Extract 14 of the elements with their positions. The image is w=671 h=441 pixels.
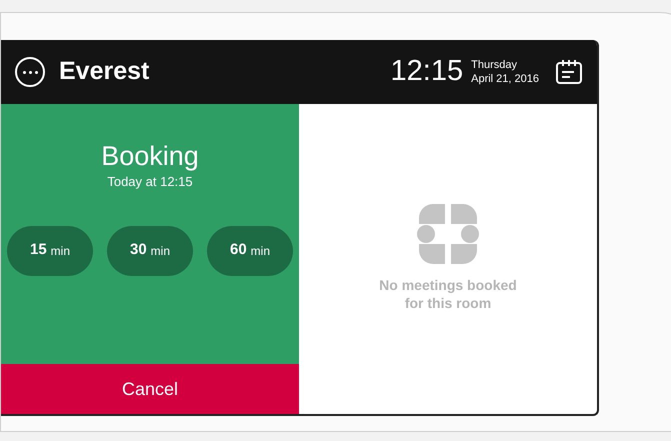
duration-button[interactable]: 60 min <box>207 226 293 276</box>
duration-button[interactable]: 30 min <box>107 226 193 276</box>
people-meeting-icon <box>417 204 479 264</box>
more-icon[interactable] <box>15 57 45 87</box>
clock-time: 12:15 <box>390 54 464 90</box>
booking-title: Booking <box>101 140 199 172</box>
cancel-button[interactable]: Cancel <box>1 364 299 414</box>
duration-button[interactable]: 15 min <box>7 226 93 276</box>
booking-subtitle: Today at 12:15 <box>107 173 193 191</box>
empty-message: No meetings booked for this room <box>378 276 518 312</box>
calendar-icon[interactable] <box>555 59 583 85</box>
weekday: Thursday <box>471 58 518 72</box>
room-name: Everest <box>59 56 150 88</box>
date: April 21, 2016 <box>471 72 539 86</box>
